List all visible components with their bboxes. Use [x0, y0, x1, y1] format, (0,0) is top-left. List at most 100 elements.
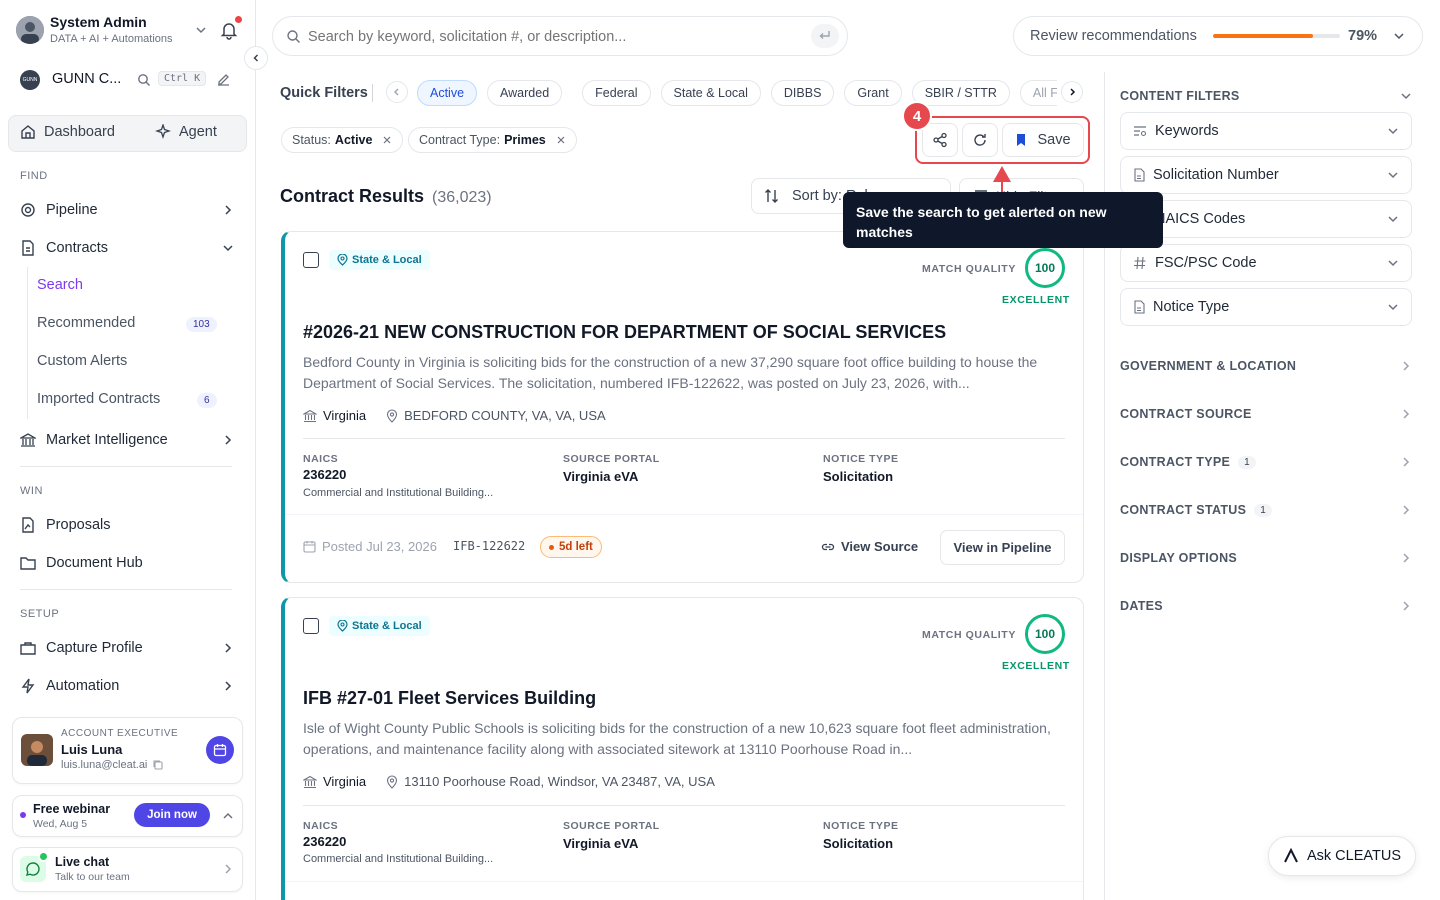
- chevron-down-icon: [1388, 128, 1398, 135]
- chevron-right-icon: [225, 643, 232, 653]
- collapse-sidebar-button[interactable]: [244, 46, 268, 70]
- scroll-left-button[interactable]: [386, 81, 408, 103]
- chevron-up-icon[interactable]: [222, 810, 234, 822]
- search-input[interactable]: [308, 26, 788, 48]
- chevron-right-icon: [1403, 553, 1410, 563]
- filter-section-contract-source[interactable]: CONTRACT SOURCE: [1120, 407, 1412, 421]
- chevron-down-icon[interactable]: [1393, 30, 1405, 42]
- chevron-down-icon[interactable]: [195, 24, 207, 36]
- ask-cleatus-button[interactable]: Ask CLEATUS: [1268, 836, 1416, 876]
- dashboard-tab[interactable]: Dashboard: [20, 124, 115, 140]
- target-icon: [21, 203, 35, 217]
- filter-section-contract-status[interactable]: CONTRACT STATUS 1: [1120, 503, 1412, 517]
- filter-section-government-location[interactable]: GOVERNMENT & LOCATION: [1120, 359, 1412, 373]
- chip-value: Active: [334, 133, 373, 147]
- filter-section-label: DATES: [1120, 599, 1163, 613]
- hash-icon: [1134, 256, 1146, 270]
- filter-section-contract-type[interactable]: CONTRACT TYPE 1: [1120, 455, 1412, 469]
- result-description: Bedford County in Virginia is soliciting…: [303, 354, 1038, 391]
- sidebar: System Admin DATA + AI + Automations GUN…: [0, 0, 256, 900]
- sidebar-subitem-search[interactable]: Search: [37, 277, 83, 293]
- agent-tab[interactable]: Agent: [155, 124, 217, 140]
- filter-section-count: 1: [1238, 455, 1257, 469]
- live-chat-title: Live chat: [55, 855, 110, 869]
- save-button[interactable]: Save: [1002, 123, 1084, 157]
- calendar-button[interactable]: [206, 736, 234, 764]
- quick-filter-state-local[interactable]: State & Local: [660, 80, 761, 106]
- sidebar-item-capture-profile[interactable]: Capture Profile: [20, 629, 240, 667]
- enter-button[interactable]: [811, 24, 839, 48]
- quick-filter-active[interactable]: Active: [417, 80, 478, 106]
- solicitation-number-filter[interactable]: Solicitation Number: [1120, 156, 1412, 194]
- category-tag-label: State & Local: [352, 620, 422, 632]
- fsc-psc-code-filter[interactable]: FSC/PSC Code: [1120, 244, 1412, 282]
- divider: [285, 881, 1083, 882]
- chevron-down-icon: [1388, 172, 1398, 179]
- user-name: System Admin: [50, 14, 147, 30]
- dashboard-tab-label: Dashboard: [44, 124, 115, 140]
- sidebar-item-contracts[interactable]: Contracts: [20, 229, 240, 267]
- chevron-down-icon: [1388, 216, 1398, 223]
- chevron-right-icon: [1403, 601, 1410, 611]
- search-icon[interactable]: [137, 73, 151, 87]
- sidebar-subitem-recommended[interactable]: Recommended: [37, 315, 135, 331]
- subnav-line: [27, 267, 28, 419]
- refresh-button[interactable]: [962, 123, 998, 157]
- close-icon: [557, 136, 565, 144]
- scroll-right-button[interactable]: [1061, 81, 1083, 103]
- document-icon: [22, 240, 34, 256]
- sidebar-item-market-intelligence[interactable]: Market Intelligence: [20, 421, 240, 459]
- sidebar-item-document-hub[interactable]: Document Hub: [20, 544, 240, 582]
- user-avatar[interactable]: [16, 16, 44, 44]
- view-in-pipeline-button[interactable]: View in Pipeline: [940, 530, 1065, 565]
- filter-section-label: CONTRACT STATUS: [1120, 503, 1247, 517]
- result-title[interactable]: #2026-21 NEW CONSTRUCTION FOR DEPARTMENT…: [303, 322, 946, 343]
- result-title[interactable]: IFB #27-01 Fleet Services Building: [303, 688, 596, 709]
- result-location: Virginia BEDFORD COUNTY, VA, VA, USA: [303, 408, 606, 423]
- results-count: (36,023): [432, 189, 492, 206]
- filter-section-dates[interactable]: DATES: [1120, 599, 1412, 613]
- solicitation-ref: IFB-122622: [453, 539, 526, 553]
- shortcut-badge: Ctrl K: [158, 71, 207, 86]
- cleatus-logo-icon: [1284, 848, 1298, 863]
- results-title: Contract Results (36,023): [280, 186, 492, 207]
- location-pin-icon: [387, 408, 398, 423]
- filter-chip-contract-type[interactable]: Contract Type: Primes: [408, 127, 577, 153]
- quick-filter-awarded[interactable]: Awarded: [487, 80, 563, 106]
- sidebar-item-automation[interactable]: Automation: [20, 667, 240, 705]
- naics-codes-filter[interactable]: NAICS Codes: [1120, 200, 1412, 238]
- bank-icon: [303, 775, 317, 788]
- org-name[interactable]: GUNN C...: [52, 71, 121, 87]
- quick-filter-federal[interactable]: Federal: [582, 80, 651, 106]
- filter-chip-status[interactable]: Status: Active: [281, 127, 404, 153]
- results-title-text: Contract Results: [280, 186, 425, 206]
- result-location: Virginia 13110 Poorhouse Road, Windsor, …: [303, 774, 715, 789]
- sidebar-subitem-custom-alerts[interactable]: Custom Alerts: [37, 353, 127, 369]
- save-button-label: Save: [1037, 132, 1071, 148]
- quick-filter-sbir-sttr[interactable]: SBIR / STTR: [911, 80, 1010, 106]
- sidebar-subitem-imported[interactable]: Imported Contracts: [37, 391, 160, 407]
- home-icon: [21, 125, 35, 139]
- tooltip-arrow-head: [993, 166, 1011, 182]
- content-filters-header[interactable]: CONTENT FILTERS: [1120, 89, 1412, 103]
- copy-icon[interactable]: [152, 759, 164, 771]
- quick-filter-dibbs[interactable]: DIBBS: [770, 80, 835, 106]
- bank-icon: [303, 409, 317, 422]
- sidebar-item-proposals[interactable]: Proposals: [20, 506, 240, 544]
- filter-label: NAICS Codes: [1155, 211, 1246, 227]
- quick-filter-all[interactable]: All Fo: [1019, 80, 1057, 106]
- share-button[interactable]: [922, 123, 958, 157]
- select-checkbox[interactable]: [303, 252, 319, 268]
- quick-filter-row: Active Awarded Federal State & Local DIB…: [417, 79, 1057, 107]
- join-now-button[interactable]: Join now: [134, 803, 210, 827]
- notice-type-filter[interactable]: Notice Type: [1120, 288, 1412, 326]
- select-checkbox[interactable]: [303, 618, 319, 634]
- filter-section-display-options[interactable]: DISPLAY OPTIONS: [1120, 551, 1412, 565]
- sidebar-item-pipeline[interactable]: Pipeline: [20, 191, 240, 229]
- view-source-link[interactable]: View Source: [821, 539, 918, 554]
- chip-key: Contract Type:: [419, 133, 501, 147]
- quick-filter-grant[interactable]: Grant: [844, 80, 902, 106]
- edit-icon[interactable]: [216, 72, 231, 87]
- chevron-down-icon: [223, 245, 233, 252]
- keywords-filter[interactable]: Keywords: [1120, 112, 1412, 150]
